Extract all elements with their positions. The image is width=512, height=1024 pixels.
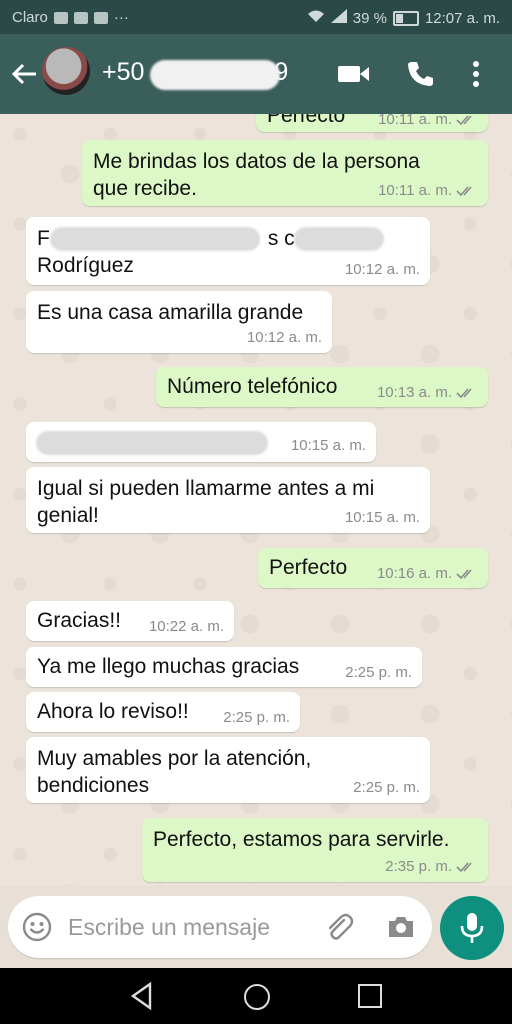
message-incoming[interactable]: Ahora lo reviso!! 2:25 p. m.	[26, 692, 300, 732]
message-text: Igual si pueden llamarme antes a mi geni…	[37, 477, 375, 527]
message-incoming[interactable]: Fs c Rodríguez 10:12 a. m.	[26, 217, 430, 285]
message-time: 10:15 a. m.	[290, 437, 366, 454]
message-time: 10:11 a. m.	[378, 114, 478, 128]
wifi-icon	[307, 9, 325, 27]
camera-icon[interactable]	[386, 912, 416, 942]
message-time: 10:12 a. m.	[246, 329, 322, 346]
clock: 12:07 a. m.	[424, 9, 500, 27]
redaction-mark	[150, 60, 280, 90]
message-time: 10:12 a. m.	[344, 261, 420, 278]
carrier-label: Claro	[12, 9, 48, 26]
message-time: 10:13 a. m.	[377, 384, 478, 401]
voice-call-icon[interactable]	[406, 60, 434, 88]
message-time: 10:15 a. m.	[344, 509, 420, 526]
nav-home-icon[interactable]	[244, 984, 270, 1010]
message-outgoing[interactable]: Me brindas los datos de la persona que r…	[82, 140, 488, 206]
message-text: Gracias!!	[37, 609, 122, 632]
double-check-icon	[456, 388, 472, 399]
message-outgoing[interactable]: Perfecto 10:16 a. m.	[258, 548, 488, 588]
attach-icon[interactable]	[322, 910, 356, 944]
message-incoming[interactable]: Muy amables por la atención, bendiciones…	[26, 737, 430, 803]
message-incoming[interactable]: Gracias!! 10:22 a. m.	[26, 601, 234, 641]
message-incoming[interactable]: Igual si pueden llamarme antes a mi geni…	[26, 467, 430, 533]
nav-back-icon[interactable]	[130, 981, 154, 1011]
message-time: 10:16 a. m.	[377, 565, 478, 582]
message-text: Perfecto	[267, 114, 346, 127]
chat-header: +50 9	[0, 34, 512, 114]
message-text: Es una casa amarilla grande	[37, 301, 304, 324]
message-input[interactable]: Escribe un mensaje	[68, 914, 270, 941]
contact-avatar[interactable]	[42, 47, 90, 95]
notification-icons	[53, 11, 68, 24]
message-outgoing[interactable]: Número telefónico 10:13 a. m.	[156, 367, 488, 407]
message-text: Perfecto	[269, 556, 348, 579]
more-options-icon[interactable]	[472, 60, 486, 88]
message-list[interactable]: Perfecto 10:11 a. m. Me brindas los dato…	[0, 114, 512, 886]
back-arrow-icon[interactable]	[10, 60, 40, 90]
double-check-icon	[456, 115, 472, 126]
nav-recents-icon[interactable]	[358, 984, 382, 1008]
message-incoming[interactable]: 10:15 a. m.	[26, 422, 376, 462]
emoji-icon[interactable]	[22, 912, 52, 942]
status-bar: Claro ··· 39 % 12:07 a. m.	[0, 0, 512, 34]
message-text: Me brindas los datos de la persona que r…	[93, 150, 420, 200]
message-composer[interactable]: Escribe un mensaje	[8, 896, 432, 958]
message-time: 2:25 p. m.	[223, 709, 290, 726]
system-nav-bar	[0, 968, 512, 1024]
signal-icon	[330, 9, 347, 27]
notification-icons-3	[93, 11, 108, 24]
message-time: 2:35 p. m.	[385, 858, 478, 875]
message-incoming[interactable]: Ya me llego muchas gracias 2:25 p. m.	[26, 647, 422, 687]
double-check-icon	[456, 862, 472, 873]
message-text: Muy amables por la atención, bendiciones	[37, 747, 312, 797]
message-time: 2:25 p. m.	[345, 664, 412, 681]
message-text: Número telefónico	[167, 375, 338, 398]
message-text: Ya me llego muchas gracias	[37, 655, 300, 678]
double-check-icon	[456, 569, 472, 580]
battery-icon	[392, 10, 419, 26]
video-call-icon[interactable]	[338, 64, 369, 84]
message-time: 2:25 p. m.	[353, 779, 420, 796]
microphone-icon	[460, 913, 484, 943]
notification-icons-2	[73, 11, 88, 24]
double-check-icon	[456, 186, 472, 197]
battery-percent: 39 %	[352, 9, 387, 27]
redaction-mark	[50, 227, 260, 251]
message-outgoing[interactable]: Perfecto 10:11 a. m.	[256, 114, 488, 132]
contact-number-prefix: +50	[102, 58, 145, 86]
more-notifications-icon: ···	[113, 9, 129, 26]
message-time: 10:22 a. m.	[148, 618, 224, 635]
redaction-mark	[36, 431, 268, 455]
message-text: Perfecto, estamos para servirle.	[153, 828, 450, 851]
message-text: Ahora lo reviso!!	[37, 700, 189, 723]
message-time: 10:11 a. m.	[378, 182, 478, 199]
message-outgoing[interactable]: Perfecto, estamos para servirle. 2:35 p.…	[142, 818, 488, 882]
redaction-mark	[294, 227, 384, 251]
message-incoming[interactable]: Es una casa amarilla grande 10:12 a. m.	[26, 291, 332, 353]
microphone-button[interactable]	[440, 896, 504, 960]
